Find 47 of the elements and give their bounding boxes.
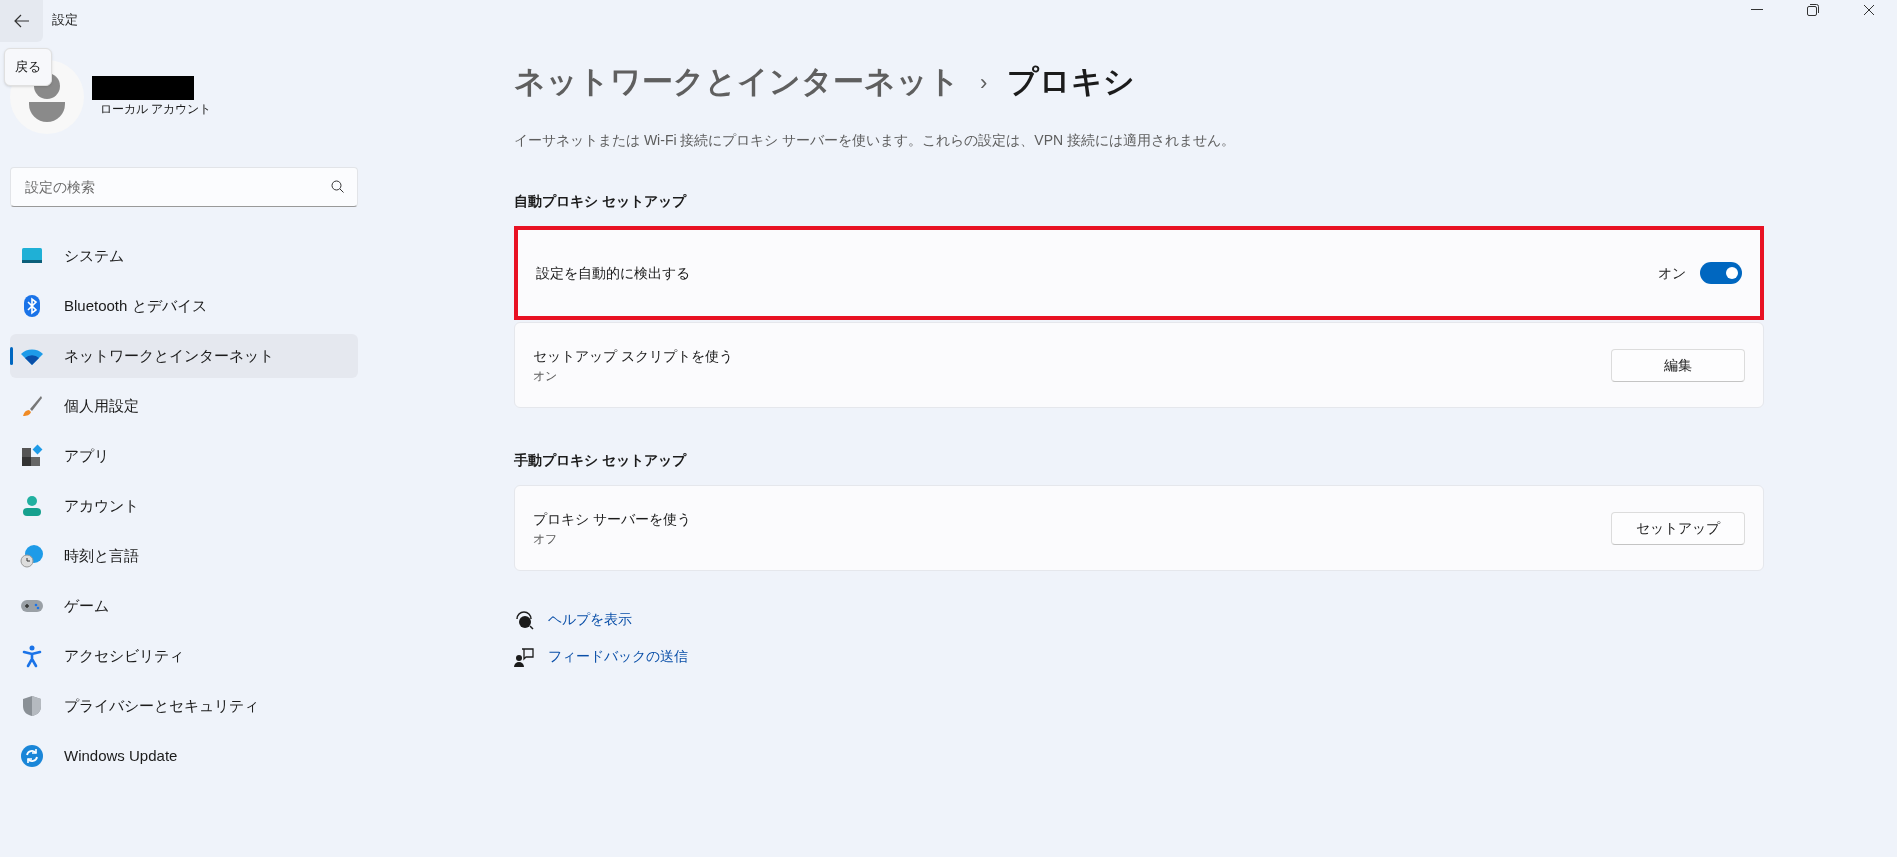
toggle-switch[interactable] [1700, 262, 1742, 284]
globe-clock-icon [20, 544, 44, 568]
row-button[interactable]: 編集 [1611, 348, 1745, 382]
help-link[interactable]: フィードバックの送信 [548, 646, 688, 667]
setting-label: 設定を自動的に検出する [536, 263, 691, 283]
back-button[interactable] [0, 0, 43, 42]
nav-item[interactable]: アカウント [10, 484, 358, 528]
apps-icon [20, 444, 44, 468]
nav-item[interactable]: アクセシビリティ [10, 634, 358, 678]
search-field[interactable]: 設定の検索 [10, 167, 358, 207]
minimize-icon [1751, 9, 1763, 11]
section-heading: 手動プロキシ セットアップ [514, 451, 688, 470]
nav-item[interactable]: 個人用設定 [10, 384, 358, 428]
person-icon [20, 494, 44, 518]
page-title: プロキシ [1007, 62, 1136, 101]
nav-item[interactable]: ネットワークとインターネット [10, 334, 358, 378]
paintbrush-icon [20, 394, 44, 418]
breadcrumb-separator: › [980, 68, 988, 97]
accessibility-icon [20, 644, 44, 668]
back-arrow-icon [13, 14, 30, 28]
help-link[interactable]: ヘルプを表示 [548, 609, 632, 630]
nav-item[interactable]: アプリ [10, 434, 358, 478]
shield-icon [20, 694, 44, 718]
sync-icon [20, 744, 44, 768]
nav-item[interactable]: プライバシーとセキュリティ [10, 684, 358, 728]
nav-item[interactable]: システム [10, 234, 358, 278]
setting-status: オン [533, 367, 558, 385]
setting-label: セットアップ スクリプトを使う [533, 346, 734, 366]
nav-item[interactable]: 時刻と言語 [10, 534, 358, 578]
window-title: 設定 [52, 11, 78, 29]
close-icon [1863, 4, 1875, 16]
setting-status: オフ [533, 530, 558, 548]
restore-icon [1807, 4, 1819, 16]
page-description: イーサネットまたは Wi-Fi 接続にプロキシ サーバーを使います。これらの設定は、VPN 接続には適用されません。 [514, 131, 1236, 150]
nav-item[interactable]: ゲーム [10, 584, 358, 628]
account-type: ローカル アカウント [100, 101, 212, 118]
nav-item[interactable]: Windows Update [10, 734, 358, 778]
setting-label: プロキシ サーバーを使う [533, 509, 692, 529]
nav-item[interactable]: Bluetooth とデバイス [10, 284, 358, 328]
search-icon [331, 180, 344, 193]
back-tooltip: 戻る [4, 48, 52, 86]
section-heading: 自動プロキシ セットアップ [514, 192, 688, 211]
breadcrumb-parent[interactable]: ネットワークとインターネット [514, 58, 960, 106]
row-button[interactable]: セットアップ [1611, 511, 1745, 545]
selection-indicator [10, 347, 13, 365]
toggle-state: オン [1658, 263, 1686, 283]
feedback-icon [514, 646, 534, 667]
